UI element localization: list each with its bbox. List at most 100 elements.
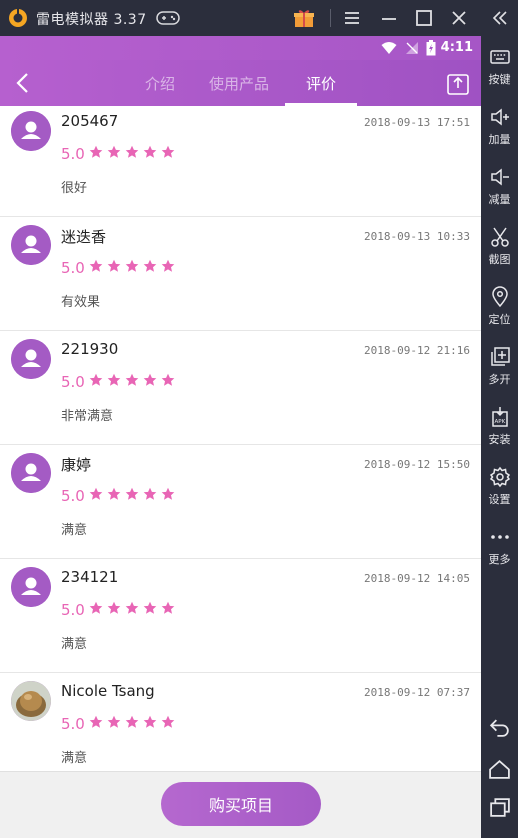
sidebar-label: 按键 <box>488 73 511 86</box>
multi-instance-icon <box>490 347 510 366</box>
avatar[interactable] <box>11 453 51 493</box>
star-icon <box>107 601 121 614</box>
buy-project-button[interactable]: 购买项目 <box>161 782 321 826</box>
star-icon <box>161 715 175 728</box>
close-icon[interactable] <box>447 6 471 30</box>
back-arrow-icon[interactable] <box>10 70 36 96</box>
status-time: 4:11 <box>440 40 473 55</box>
star-icon <box>89 259 103 272</box>
star-icon <box>125 601 139 614</box>
star-icon <box>161 487 175 500</box>
review-username: 康婷 <box>61 456 92 474</box>
star-icon <box>107 715 121 728</box>
tab-intro[interactable]: 介绍 <box>145 73 175 94</box>
avatar[interactable] <box>11 681 51 721</box>
star-icon <box>143 145 157 158</box>
star-icon <box>89 145 103 158</box>
avatar[interactable] <box>11 567 51 607</box>
review-score: 5.0 <box>61 259 85 277</box>
phone-screen: 4:11 介绍 使用产品 评价 205467 2018-09-13 17:51 5.… <box>0 36 481 838</box>
star-icon <box>89 601 103 614</box>
star-rating <box>89 145 179 161</box>
sidebar-gear-button[interactable]: 设置 <box>481 460 518 516</box>
back-nav-icon[interactable] <box>488 716 511 739</box>
star-rating <box>89 373 179 389</box>
review-item: 迷迭香 2018-09-13 10:33 5.0 有效果 <box>0 217 481 331</box>
review-date: 2018-09-12 07:37 <box>364 686 470 699</box>
star-icon <box>161 373 175 386</box>
review-username: 205467 <box>61 112 119 130</box>
review-comment: 非常满意 <box>61 409 114 424</box>
gift-icon[interactable] <box>292 6 316 30</box>
more-dots-icon <box>490 535 509 539</box>
keyboard-icon <box>489 50 510 64</box>
tab-products-used[interactable]: 使用产品 <box>209 73 269 94</box>
avatar[interactable] <box>11 111 51 151</box>
review-score: 5.0 <box>61 373 85 391</box>
minimize-icon[interactable] <box>377 6 401 30</box>
review-item: 康婷 2018-09-12 15:50 5.0 满意 <box>0 445 481 559</box>
sidebar-scissors-button[interactable]: 截图 <box>481 220 518 276</box>
sidebar-label: 加量 <box>488 133 511 146</box>
sidebar-keyboard-button[interactable]: 按键 <box>481 40 518 96</box>
star-icon <box>143 487 157 500</box>
android-statusbar: 4:11 <box>0 36 481 60</box>
wifi-icon <box>381 42 397 54</box>
review-date: 2018-09-12 21:16 <box>364 344 470 357</box>
review-item: Nicole Tsang 2018-09-12 07:37 5.0 满意 <box>0 673 481 771</box>
review-comment: 满意 <box>61 637 88 652</box>
star-icon <box>161 601 175 614</box>
sidebar-label: 多开 <box>488 373 511 386</box>
volume-down-icon <box>490 168 509 186</box>
review-item: 234121 2018-09-12 14:05 5.0 满意 <box>0 559 481 673</box>
emulator-sidebar: 按键加量减量截图 定位多开 APK 安装设置更多 <box>481 36 518 838</box>
review-item: 205467 2018-09-13 17:51 5.0 很好 <box>0 106 481 217</box>
review-comment: 很好 <box>61 181 88 196</box>
star-icon <box>143 259 157 272</box>
maximize-icon[interactable] <box>412 6 436 30</box>
sidebar-label: 减量 <box>488 193 511 206</box>
sidebar-volume-up-button[interactable]: 加量 <box>481 100 518 156</box>
star-icon <box>89 715 103 728</box>
star-rating <box>89 601 179 617</box>
star-icon <box>143 601 157 614</box>
star-rating <box>89 715 179 731</box>
review-comment: 有效果 <box>61 295 101 310</box>
star-icon <box>143 715 157 728</box>
star-icon <box>107 259 121 272</box>
star-icon <box>161 259 175 272</box>
tab-reviews[interactable]: 评价 <box>306 73 336 94</box>
sidebar-apk-install-button[interactable]: APK 安装 <box>481 400 518 456</box>
emulator-title: 雷电模拟器 3.37 <box>36 12 147 28</box>
share-icon[interactable] <box>447 71 469 95</box>
sidebar-more-dots-button[interactable]: 更多 <box>481 520 518 576</box>
home-nav-icon[interactable] <box>488 758 511 781</box>
svg-text:APK: APK <box>494 419 505 425</box>
review-comment: 满意 <box>61 751 88 766</box>
menu-icon[interactable] <box>340 6 364 30</box>
review-username: 221930 <box>61 340 119 358</box>
star-icon <box>125 145 139 158</box>
review-score: 5.0 <box>61 145 85 163</box>
sidebar-label: 设置 <box>488 493 511 506</box>
avatar[interactable] <box>11 339 51 379</box>
avatar[interactable] <box>11 225 51 265</box>
star-rating <box>89 259 179 275</box>
emulator-logo-icon <box>9 8 27 27</box>
star-icon <box>89 487 103 500</box>
review-list[interactable]: 205467 2018-09-13 17:51 5.0 很好 迷迭香 2018-09-13… <box>0 106 481 771</box>
sidebar-volume-down-button[interactable]: 减量 <box>481 160 518 216</box>
sidebar-location-pin-button[interactable]: 定位 <box>481 280 518 336</box>
battery-icon <box>426 40 436 56</box>
collapse-sidebar-icon[interactable] <box>487 6 511 30</box>
app-header: 介绍 使用产品 评价 <box>0 60 481 106</box>
gamepad-icon[interactable] <box>156 10 180 26</box>
location-pin-icon <box>491 286 508 308</box>
volume-up-icon <box>490 108 509 126</box>
star-icon <box>125 715 139 728</box>
review-username: 迷迭香 <box>61 228 107 246</box>
emulator-window: 雷电模拟器 3.37 4:11 介绍 使用产品 评价 205467 2018-0… <box>0 0 518 838</box>
review-item: 221930 2018-09-12 21:16 5.0 非常满意 <box>0 331 481 445</box>
recent-apps-icon[interactable] <box>488 796 511 819</box>
sidebar-multi-instance-button[interactable]: 多开 <box>481 340 518 396</box>
